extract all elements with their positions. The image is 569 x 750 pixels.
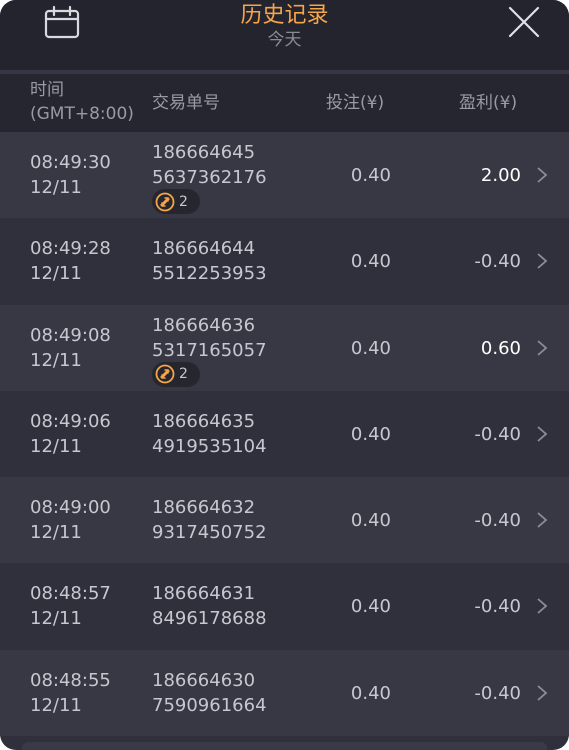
row-order-id: 186664644 5512253953 xyxy=(152,238,267,285)
chevron-right-icon xyxy=(537,426,548,442)
col-bet: 投注(¥) xyxy=(326,93,385,113)
row-time: 08:49:28 12/11 xyxy=(30,238,111,285)
row-bet: 0.40 xyxy=(350,423,391,445)
close-button[interactable] xyxy=(506,4,542,40)
row-time: 08:48:55 12/11 xyxy=(30,669,111,716)
row-order-id: 186664630 7590961664 xyxy=(152,669,267,716)
row-bet: 0.40 xyxy=(350,165,391,186)
col-time: 时间 (GMT+8:00) xyxy=(30,78,150,126)
row-bet: 0.40 xyxy=(350,682,391,704)
row-profit: -0.40 xyxy=(474,423,521,445)
free-spin-badge: 2 xyxy=(152,361,200,387)
row-profit: -0.40 xyxy=(474,596,521,618)
badge-count: 2 xyxy=(179,193,188,210)
col-order: 交易单号 xyxy=(152,93,220,113)
row-profit: -0.40 xyxy=(474,510,521,532)
table-row[interactable]: 08:49:08 12/11 186664636 5317165057 2 0.… xyxy=(0,304,569,391)
chevron-right-icon xyxy=(537,685,548,701)
page-title: 历史记录 xyxy=(240,3,329,28)
chevron-right-icon xyxy=(537,167,548,183)
date-filter-label[interactable]: 今天 xyxy=(0,29,569,51)
row-time: 08:48:57 12/11 xyxy=(30,583,111,630)
col-time-label: 时间 xyxy=(30,80,64,100)
row-order-id: 186664635 4919535104 xyxy=(152,410,267,457)
next-row-edge xyxy=(22,742,547,750)
row-profit: 2.00 xyxy=(480,165,521,186)
row-bet: 0.40 xyxy=(350,510,391,532)
row-order-id: 186664631 8496178688 xyxy=(152,583,267,630)
table-row[interactable]: 08:49:00 12/11 186664632 9317450752 0.40… xyxy=(0,477,569,564)
table-row[interactable]: 08:48:55 12/11 186664630 7590961664 0.40… xyxy=(0,649,569,737)
row-bet: 0.40 xyxy=(350,596,391,618)
row-time: 08:49:06 12/11 xyxy=(30,410,111,457)
col-time-zone: (GMT+8:00) xyxy=(30,104,134,124)
row-order-id: 186664636 5317165057 xyxy=(152,314,267,361)
column-header: 时间 (GMT+8:00) 交易单号 投注(¥) 盈利(¥) xyxy=(0,74,569,132)
row-time: 08:49:00 12/11 xyxy=(30,497,111,544)
table-row[interactable]: 08:49:30 12/11 186664645 5637362176 2 0.… xyxy=(0,132,569,219)
table-row[interactable]: 08:49:06 12/11 186664635 4919535104 0.40… xyxy=(0,390,569,478)
row-bet: 0.40 xyxy=(350,337,391,359)
free-spin-icon xyxy=(155,192,175,211)
header: 历史记录 今天 xyxy=(0,0,569,70)
row-profit: 0.60 xyxy=(480,337,521,359)
chevron-right-icon xyxy=(537,598,548,615)
chevron-right-icon xyxy=(537,339,548,356)
row-time: 08:49:30 12/11 xyxy=(30,152,111,198)
row-order-id: 186664632 9317450752 xyxy=(152,497,267,544)
chevron-right-icon xyxy=(537,253,548,269)
history-list: 08:49:30 12/11 186664645 5637362176 2 0.… xyxy=(0,132,569,737)
free-spin-badge: 2 xyxy=(152,189,200,214)
row-bet: 0.40 xyxy=(350,251,391,273)
row-time: 08:49:08 12/11 xyxy=(30,324,111,371)
badge-count: 2 xyxy=(179,366,188,383)
col-profit: 盈利(¥) xyxy=(459,93,518,113)
chevron-right-icon xyxy=(537,512,548,528)
row-order-id: 186664645 5637362176 xyxy=(152,142,267,188)
table-row[interactable]: 08:49:28 12/11 186664644 5512253953 0.40… xyxy=(0,218,569,305)
row-profit: -0.40 xyxy=(474,251,521,273)
table-row[interactable]: 08:48:57 12/11 186664631 8496178688 0.40… xyxy=(0,563,569,650)
history-panel: 历史记录 今天 时间 (GMT+8:00) 交易单号 投注(¥) 盈利(¥) 0… xyxy=(0,0,569,750)
close-icon xyxy=(508,6,540,38)
free-spin-icon xyxy=(155,364,175,384)
row-profit: -0.40 xyxy=(474,682,521,704)
